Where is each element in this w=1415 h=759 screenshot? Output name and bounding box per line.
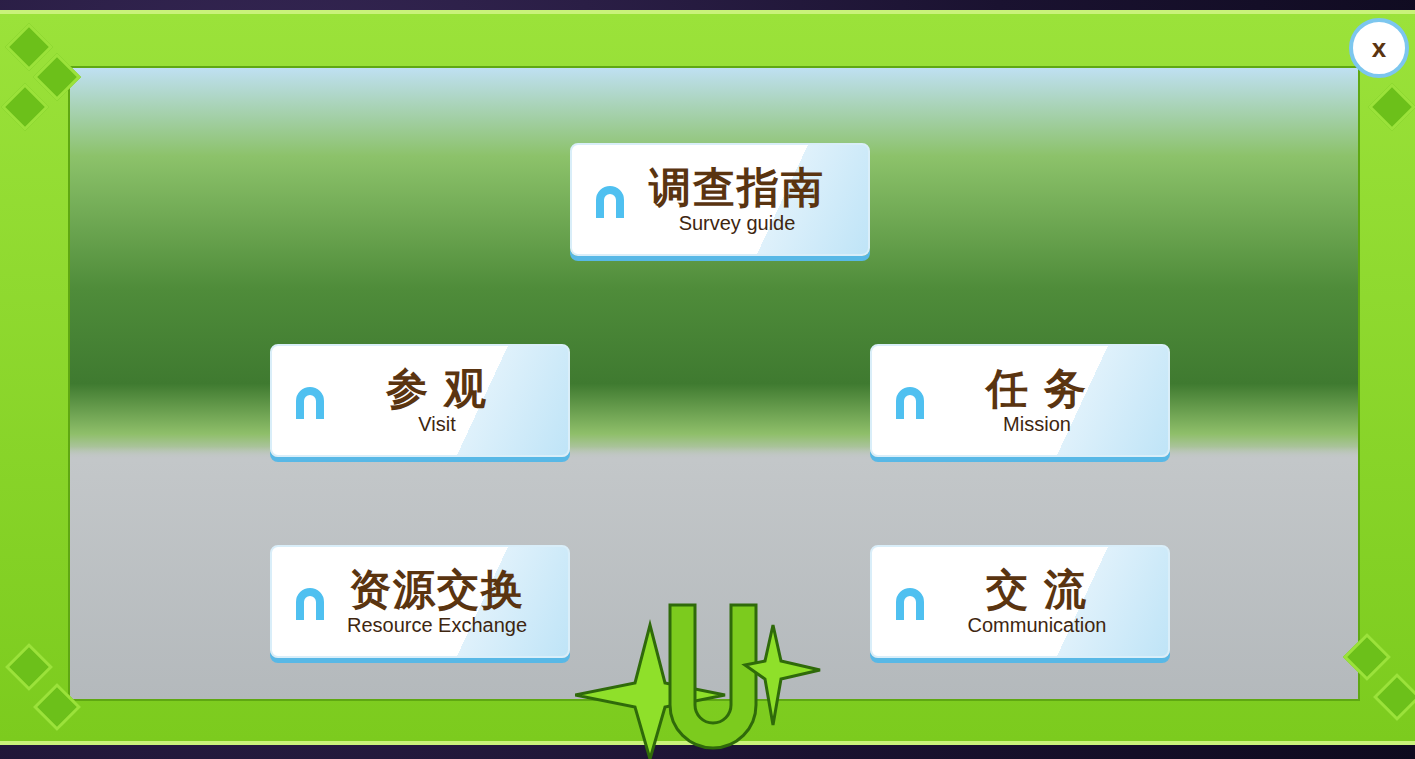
menu-button-text: 交 流Communication (946, 567, 1128, 635)
menu-button-label: 任 务 (986, 366, 1088, 412)
menu-button-label: 参 观 (386, 366, 488, 412)
menu-button-text: 调查指南Survey guide (646, 165, 828, 233)
menu-button-label: 调查指南 (649, 165, 825, 211)
menu-button-sublabel: Mission (1003, 413, 1071, 435)
horseshoe-icon (884, 576, 936, 628)
menu-button-sublabel: Visit (418, 413, 455, 435)
menu-button[interactable]: 参 观Visit (270, 344, 570, 457)
menu-button[interactable]: 交 流Communication (870, 545, 1170, 658)
menu-button-text: 参 观Visit (346, 366, 528, 434)
menu-button-label: 交 流 (986, 567, 1088, 613)
menu-button-sublabel: Resource Exchange (347, 614, 527, 636)
horseshoe-icon (584, 174, 636, 226)
featured-menu-button[interactable]: 调查指南Survey guide (570, 143, 870, 256)
horseshoe-icon (284, 576, 336, 628)
menu-button-sublabel: Communication (968, 614, 1107, 636)
horseshoe-logo-icon (575, 595, 840, 759)
menu-button-sublabel: Survey guide (679, 212, 796, 234)
menu-button-text: 任 务Mission (946, 366, 1128, 434)
menu-button-label: 资源交换 (349, 567, 525, 613)
close-button[interactable]: x (1349, 18, 1409, 78)
menu-frame: 调查指南Survey guide 参 观Visit 任 务Mission 资源交换Re… (0, 10, 1415, 745)
horseshoe-icon (884, 375, 936, 427)
horseshoe-icon (284, 375, 336, 427)
menu-button[interactable]: 资源交换Resource Exchange (270, 545, 570, 658)
campus-scene: 调查指南Survey guide 参 观Visit 任 务Mission 资源交换Re… (68, 66, 1360, 701)
menu-button[interactable]: 任 务Mission (870, 344, 1170, 457)
menu-button-text: 资源交换Resource Exchange (346, 567, 528, 635)
menu-screen: 调查指南Survey guide 参 观Visit 任 务Mission 资源交换Re… (0, 0, 1415, 759)
